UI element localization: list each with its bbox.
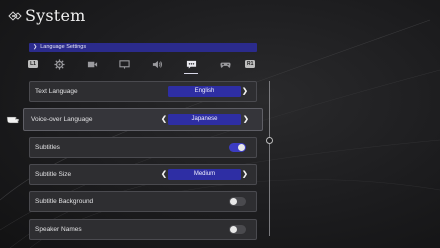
setting-row-subtitles[interactable]: Subtitles: [29, 137, 257, 158]
section-label: Language Settings: [40, 44, 87, 50]
video-icon: [87, 61, 97, 67]
tab-general[interactable]: [50, 56, 68, 72]
toggle-knob: [230, 198, 237, 205]
speaker-icon: [152, 60, 162, 68]
next-arrow-icon[interactable]: ❯: [242, 165, 248, 184]
setting-label: Subtitles: [35, 144, 60, 151]
chevron-right-icon: ❯: [33, 44, 38, 50]
setting-label: Subtitle Background: [35, 198, 94, 205]
setting-row-subtitle-background[interactable]: Subtitle Background: [29, 191, 257, 212]
toggle-knob: [230, 226, 237, 233]
subtitle-background-toggle[interactable]: [229, 197, 246, 206]
gear-icon: [53, 58, 65, 70]
speaker-names-toggle[interactable]: [229, 225, 246, 234]
setting-label: Subtitle Size: [35, 171, 72, 178]
subtitle-size-value: Medium: [168, 169, 241, 180]
setting-label: Voice-over Language: [31, 116, 93, 123]
tab-video[interactable]: [83, 56, 101, 72]
r1-button-hint[interactable]: R1: [245, 60, 256, 68]
scrollbar-thumb[interactable]: [266, 137, 273, 144]
scrollbar-track[interactable]: [269, 81, 270, 236]
setting-row-text-language[interactable]: Text Language English ❯: [29, 81, 257, 102]
voice-language-value: Japanese: [168, 114, 241, 125]
next-arrow-icon[interactable]: ❯: [242, 82, 248, 101]
prev-arrow-icon[interactable]: ❮: [161, 109, 167, 130]
page-title: System: [25, 6, 86, 25]
settings-tab-bar: L1 R1: [28, 56, 258, 74]
tab-controls[interactable]: [216, 56, 234, 72]
tab-display[interactable]: [115, 56, 133, 72]
prev-arrow-icon[interactable]: ❮: [161, 165, 167, 184]
speech-bubble-icon: [186, 60, 196, 69]
setting-row-voice-language[interactable]: Voice-over Language ❮ Japanese ❯: [23, 108, 263, 131]
l1-button-hint[interactable]: L1: [28, 60, 38, 68]
ornament-icon: [8, 10, 22, 21]
toggle-knob: [238, 144, 245, 151]
setting-label: Text Language: [35, 88, 78, 95]
tab-audio[interactable]: [148, 56, 166, 72]
next-arrow-icon[interactable]: ❯: [243, 109, 249, 130]
setting-label: Speaker Names: [35, 226, 82, 233]
tab-language[interactable]: [182, 56, 200, 74]
section-header-language-settings: ❯ Language Settings: [29, 43, 257, 52]
display-icon: [118, 59, 130, 69]
subtitles-toggle[interactable]: [229, 143, 246, 152]
setting-row-speaker-names[interactable]: Speaker Names: [29, 219, 257, 240]
page-header: System: [8, 6, 85, 25]
gamepad-icon: [219, 62, 231, 68]
setting-row-subtitle-size[interactable]: Subtitle Size ❮ Medium ❯: [29, 164, 257, 185]
text-language-value: English: [168, 86, 241, 97]
pointing-hand-icon: [6, 116, 20, 124]
